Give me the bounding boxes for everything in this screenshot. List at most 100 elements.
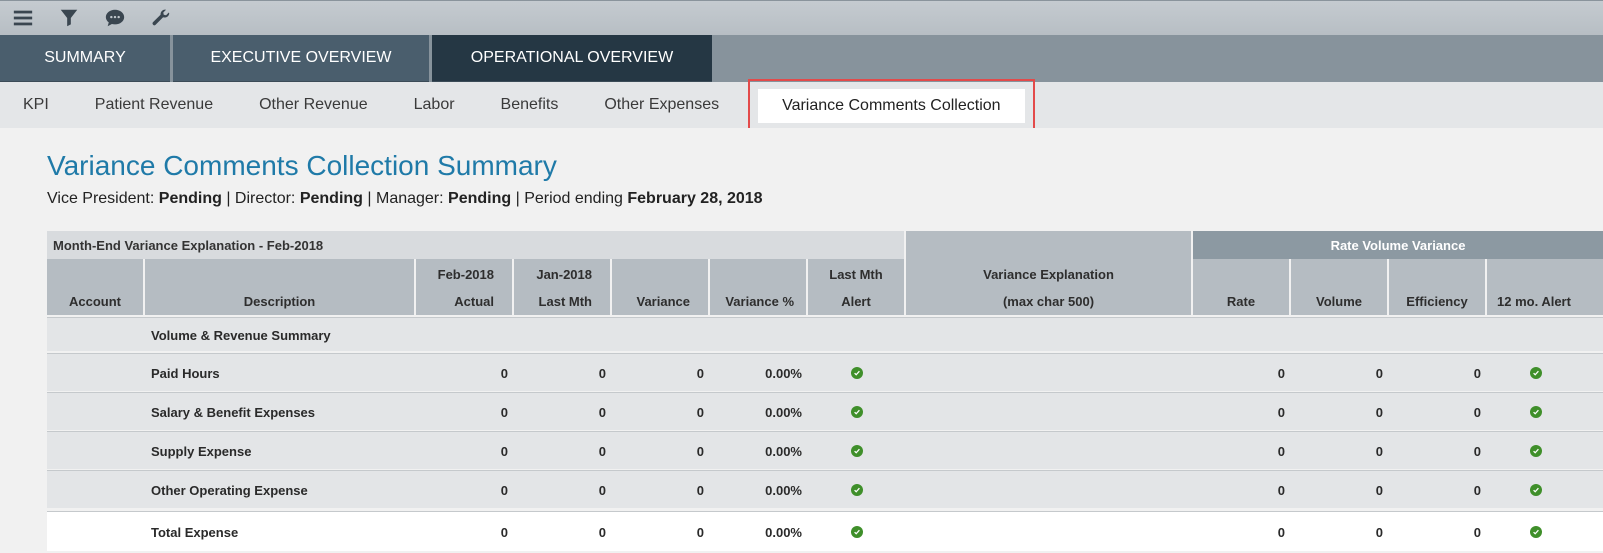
alert12-cell bbox=[1487, 512, 1585, 552]
alert-cell bbox=[808, 354, 906, 392]
row-volume: 0 bbox=[1375, 404, 1383, 420]
vp-status: Pending bbox=[158, 190, 222, 207]
row-last-mth: 0 bbox=[598, 482, 606, 498]
tab-summary[interactable]: SUMMARY bbox=[0, 35, 170, 82]
table-row[interactable]: Supply Expense 0 0 0 0.00% 0 0 0 bbox=[47, 431, 1603, 469]
row-variance-pct: 0.00% bbox=[765, 524, 802, 540]
table-row[interactable]: Salary & Benefit Expenses 0 0 0 0.00% 0 … bbox=[47, 392, 1603, 430]
row-volume: 0 bbox=[1375, 482, 1383, 498]
row-variance: 0 bbox=[696, 524, 704, 540]
row-last-mth: 0 bbox=[598, 524, 606, 540]
row-description: Salary & Benefit Expenses bbox=[151, 404, 316, 420]
check-circle-icon bbox=[1530, 445, 1542, 457]
row-description: Supply Expense bbox=[151, 443, 252, 459]
table-row-total[interactable]: Total Expense 0 0 0 0.00% 0 0 0 bbox=[47, 511, 1603, 551]
col-description: Description bbox=[145, 259, 416, 315]
alert12-cell bbox=[1487, 471, 1585, 509]
rate-volume-variance-header: Rate Volume Variance bbox=[1193, 231, 1603, 259]
sub-tab-bar: KPI Patient Revenue Other Revenue Labor … bbox=[0, 79, 1603, 133]
chat-icon[interactable] bbox=[92, 1, 138, 36]
menu-icon[interactable] bbox=[0, 1, 46, 36]
row-volume: 0 bbox=[1375, 524, 1383, 540]
variance-explanation-field[interactable] bbox=[906, 432, 1193, 470]
alert12-cell bbox=[1487, 393, 1585, 431]
check-circle-icon bbox=[1530, 526, 1542, 538]
check-circle-icon bbox=[1530, 367, 1542, 379]
alert-cell bbox=[808, 432, 906, 470]
subtab-patient-revenue[interactable]: Patient Revenue bbox=[72, 82, 236, 128]
col-variance-pct: Variance % bbox=[710, 259, 808, 315]
check-circle-icon bbox=[1530, 484, 1542, 496]
subtab-other-expenses[interactable]: Other Expenses bbox=[581, 82, 742, 128]
table-row[interactable]: Paid Hours 0 0 0 0.00% 0 0 0 bbox=[47, 353, 1603, 391]
row-variance: 0 bbox=[696, 443, 704, 459]
row-rate: 0 bbox=[1277, 482, 1285, 498]
variance-table: Month-End Variance Explanation - Feb-201… bbox=[47, 231, 1603, 553]
subtab-other-revenue[interactable]: Other Revenue bbox=[236, 82, 391, 128]
col-actual: Feb-2018 Actual bbox=[416, 259, 514, 315]
subtab-variance-comments-collection[interactable]: Variance Comments Collection bbox=[748, 79, 1035, 133]
filter-icon[interactable] bbox=[46, 1, 92, 36]
tab-operational-overview[interactable]: OPERATIONAL OVERVIEW bbox=[432, 35, 712, 82]
col-12mo-alert: 12 mo. Alert bbox=[1487, 259, 1603, 315]
variance-explanation-field[interactable] bbox=[906, 354, 1193, 392]
subtab-benefits[interactable]: Benefits bbox=[478, 82, 582, 128]
subtab-labor[interactable]: Labor bbox=[391, 82, 478, 128]
row-last-mth: 0 bbox=[598, 365, 606, 381]
col-account: Account bbox=[47, 259, 145, 315]
check-circle-icon bbox=[851, 484, 863, 496]
variance-explanation-field[interactable] bbox=[906, 512, 1193, 552]
col-variance: Variance bbox=[612, 259, 710, 315]
row-variance-pct: 0.00% bbox=[765, 482, 802, 498]
group-header: Month-End Variance Explanation - Feb-201… bbox=[47, 231, 904, 259]
col-efficiency: Efficiency bbox=[1389, 259, 1487, 315]
check-circle-icon bbox=[851, 526, 863, 538]
manager-status: Pending bbox=[448, 190, 512, 207]
row-last-mth: 0 bbox=[598, 404, 606, 420]
col-last-mth: Jan-2018 Last Mth bbox=[514, 259, 612, 315]
row-rate: 0 bbox=[1277, 365, 1285, 381]
row-actual: 0 bbox=[500, 524, 508, 540]
table-row[interactable]: Other Operating Expense 0 0 0 0.00% 0 0 … bbox=[47, 470, 1603, 508]
manager-label: | Manager: bbox=[362, 190, 449, 207]
content-area: Variance Comments Collection Summary Vic… bbox=[0, 128, 1603, 553]
tab-executive-overview[interactable]: EXECUTIVE OVERVIEW bbox=[173, 35, 429, 82]
alert-cell bbox=[808, 393, 906, 431]
col-volume: Volume bbox=[1291, 259, 1389, 315]
row-efficiency: 0 bbox=[1473, 482, 1481, 498]
row-description: Other Operating Expense bbox=[151, 482, 308, 498]
director-status: Pending bbox=[299, 190, 363, 207]
row-actual: 0 bbox=[500, 365, 508, 381]
variance-explanation-field[interactable] bbox=[906, 471, 1193, 509]
variance-explanation-field[interactable] bbox=[906, 393, 1193, 431]
row-actual: 0 bbox=[500, 482, 508, 498]
period-label: | Period ending bbox=[511, 190, 628, 207]
check-circle-icon bbox=[1530, 406, 1542, 418]
toolbar bbox=[0, 0, 1603, 35]
row-volume: 0 bbox=[1375, 443, 1383, 459]
row-efficiency: 0 bbox=[1473, 365, 1481, 381]
row-efficiency: 0 bbox=[1473, 404, 1481, 420]
check-circle-icon bbox=[851, 445, 863, 457]
col-variance-explanation: Variance Explanation (max char 500) bbox=[906, 231, 1193, 315]
row-variance: 0 bbox=[696, 365, 704, 381]
row-last-mth: 0 bbox=[598, 443, 606, 459]
col-last-mth-alert: Last Mth Alert bbox=[808, 259, 906, 315]
row-rate: 0 bbox=[1277, 443, 1285, 459]
row-efficiency: 0 bbox=[1473, 443, 1481, 459]
subtab-kpi[interactable]: KPI bbox=[0, 82, 72, 128]
check-circle-icon bbox=[851, 406, 863, 418]
row-efficiency: 0 bbox=[1473, 524, 1481, 540]
row-rate: 0 bbox=[1277, 524, 1285, 540]
section-row: Volume & Revenue Summary bbox=[47, 317, 1603, 351]
row-variance: 0 bbox=[696, 482, 704, 498]
section-label: Volume & Revenue Summary bbox=[151, 327, 331, 343]
period-ending-date: February 28, 2018 bbox=[627, 190, 763, 207]
row-volume: 0 bbox=[1375, 365, 1383, 381]
wrench-icon[interactable] bbox=[138, 1, 184, 36]
row-variance-pct: 0.00% bbox=[765, 365, 802, 381]
row-rate: 0 bbox=[1277, 404, 1285, 420]
alert12-cell bbox=[1487, 432, 1585, 470]
row-actual: 0 bbox=[500, 404, 508, 420]
row-variance-pct: 0.00% bbox=[765, 443, 802, 459]
